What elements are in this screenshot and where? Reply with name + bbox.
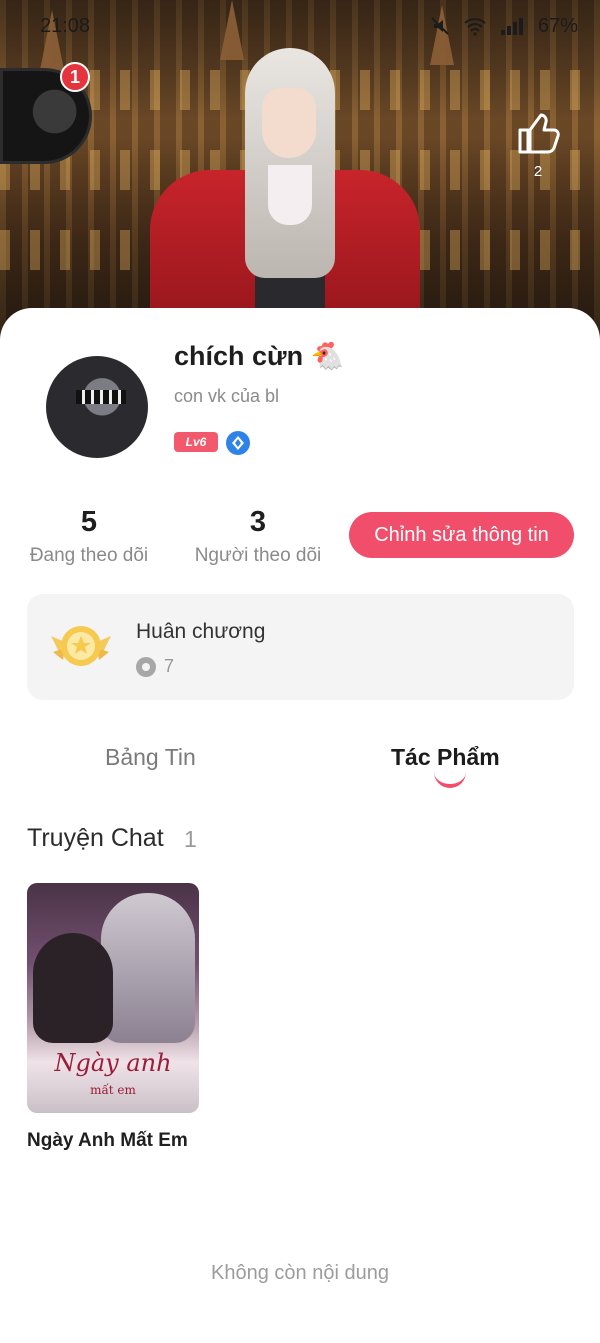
status-icons: 67% [430,15,578,38]
tab-news[interactable]: Bảng Tin [105,744,196,771]
story-cover-title: Ngày anh [54,1049,172,1077]
story-cover[interactable]: Ngày anh mất em [27,883,199,1113]
status-time: 21:08 [40,14,91,37]
avatar-glasses [76,390,126,404]
cover-art [33,933,113,1043]
cover-character [150,40,420,340]
verified-icon [226,431,250,455]
following-count: 5 [80,506,98,538]
mute-icon [431,17,449,35]
following-label: Đang theo dõi [29,545,149,566]
cover-art [101,893,195,1043]
story-title[interactable]: Ngày Anh Mất Em [27,1128,199,1154]
signal-icon [500,18,523,35]
cover-decoration [262,88,316,158]
wifi-icon [464,18,486,36]
medal-card[interactable]: Huân chương 7 [27,594,574,700]
tab-works[interactable]: Tác Phẩm [391,744,500,771]
cover-decoration [268,165,312,225]
story-cover-subtitle: mất em [90,1083,136,1097]
end-of-content-note: Không còn nội dung [211,1262,389,1284]
status-bar: 21:08 67% [0,0,600,52]
edit-profile-button[interactable]: Chỉnh sửa thông tin [349,512,574,558]
medal-count: 7 [164,656,175,676]
thumbs-up-icon [518,113,560,154]
profile-name: chích cừn 🐔 [174,341,345,371]
medal-icon [49,618,113,674]
medal-title: Huân chương [136,620,266,643]
following-stat[interactable]: 5 Đang theo dõi [26,506,152,567]
notification-badge: 1 [60,62,90,92]
section-count: 1 [184,826,197,852]
followers-count: 3 [249,506,267,538]
medal-count-row: 7 [136,656,174,677]
cover-decoration [245,48,335,278]
level-badge: Lv6 [174,432,218,452]
followers-stat[interactable]: 3 Người theo dõi [190,506,326,567]
like-count: 2 [533,163,543,180]
profile-bio: con vk của bl [174,386,280,406]
section-title: Truyện Chat [27,824,164,852]
profile-avatar[interactable] [46,356,148,458]
battery-level: 67% [537,14,578,37]
medal-count-icon [136,656,156,677]
like-button[interactable]: 2 [514,112,562,182]
followers-label: Người theo dõi [194,545,322,566]
